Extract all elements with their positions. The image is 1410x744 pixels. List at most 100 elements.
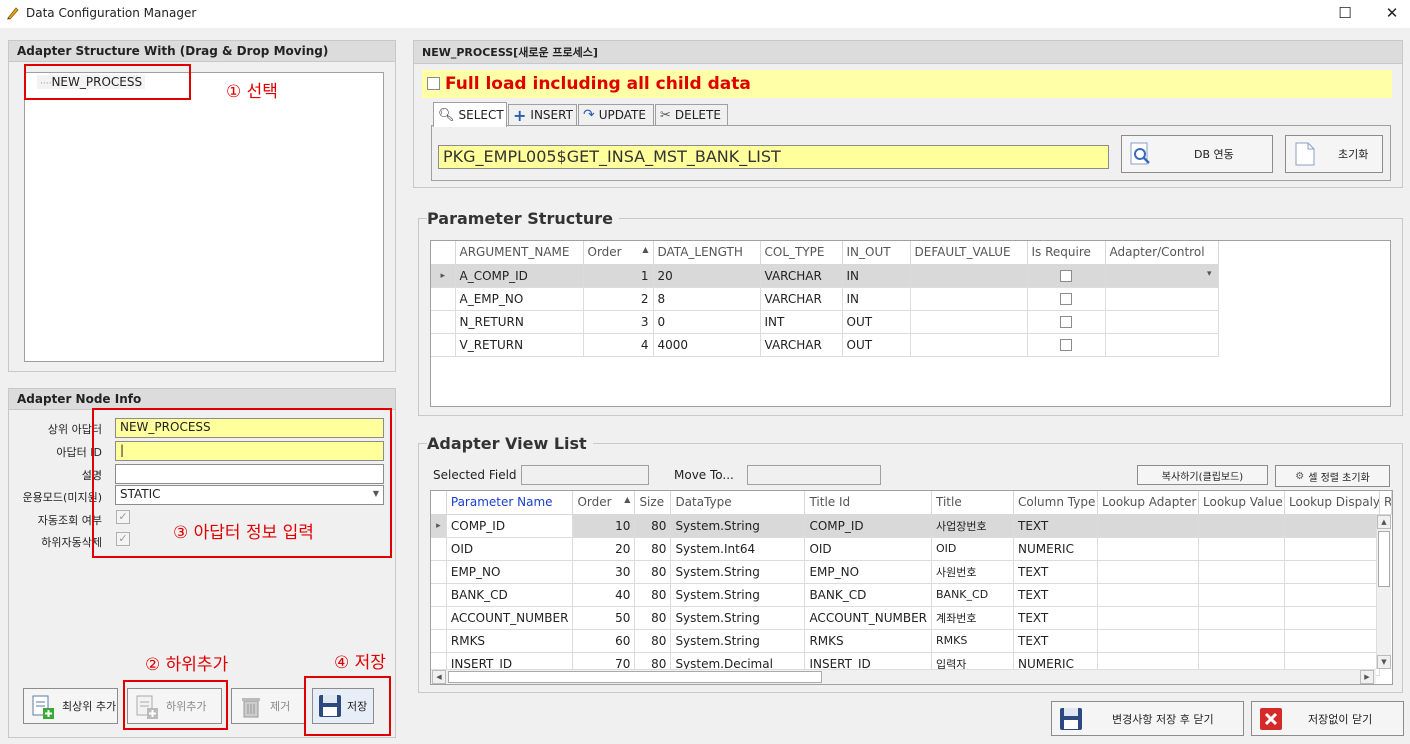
view-cell[interactable]: BANK_CD [446,583,574,607]
dropdown-arrow-icon[interactable]: ▾ [1207,269,1212,279]
view-cell[interactable]: 80 [634,537,672,561]
param-cell[interactable]: 4 [583,333,654,357]
view-cell[interactable]: 사업장번호 [931,514,1014,538]
view-row[interactable]: ▸ COMP_ID 10 80 System.String COMP_ID 사업장번호 TEX… [431,514,1392,538]
param-cell[interactable] [910,287,1028,311]
view-cell[interactable]: System.Int64 [670,537,806,561]
view-cell[interactable]: BANK_CD [931,583,1014,607]
param-cell[interactable]: ▾ [1105,264,1219,288]
param-cell[interactable]: IN [842,287,911,311]
view-cell[interactable]: OID [931,537,1014,561]
hscroll-thumb[interactable] [448,671,822,683]
param-cell[interactable] [910,310,1028,334]
view-cell[interactable] [1198,514,1285,538]
view-col-header[interactable]: DataType [670,491,806,515]
view-cell[interactable] [1284,583,1380,607]
view-cell[interactable] [1097,629,1199,653]
param-cell[interactable]: N_RETURN [455,310,584,334]
view-col-header[interactable]: Title [931,491,1014,515]
param-cell[interactable]: 20 [653,264,761,288]
param-cell[interactable]: VARCHAR [760,287,843,311]
view-cell[interactable]: 60 [572,629,636,653]
tab-select[interactable]: 🔍︎ SELECT [433,102,507,127]
view-col-header[interactable]: Title Id [804,491,932,515]
param-cell[interactable]: VARCHAR [760,264,843,288]
view-cell[interactable] [1097,514,1199,538]
view-cell[interactable] [1284,629,1380,653]
require-checkbox[interactable] [1060,293,1072,305]
view-cell[interactable] [1284,606,1380,630]
view-cell[interactable] [1198,629,1285,653]
require-checkbox[interactable] [1060,270,1072,282]
init-button[interactable]: 초기화 [1285,135,1383,173]
full-load-checkbox[interactable] [427,77,440,90]
view-cell[interactable]: OID [804,537,932,561]
vertical-scrollbar[interactable]: ▲ ▼ [1376,515,1391,669]
view-row[interactable]: RMKS 60 80 System.String RMKS RMKS TEXT [431,629,1392,653]
tab-delete[interactable]: ✂ DELETE [655,104,728,126]
param-cell[interactable] [1027,264,1106,288]
procedure-field[interactable]: PKG_EMPL005$GET_INSA_MST_BANK_LIST [438,145,1109,169]
param-col-header[interactable]: Adapter/Control [1105,241,1219,265]
param-col-header[interactable]: Is Require [1027,241,1106,265]
param-cell[interactable]: OUT [842,310,911,334]
view-cell[interactable]: 80 [634,606,672,630]
view-cell[interactable] [1198,583,1285,607]
remove-button[interactable]: 제거 [231,688,305,724]
view-cell[interactable]: COMP_ID [804,514,932,538]
param-cell[interactable]: A_EMP_NO [455,287,584,311]
view-row[interactable]: EMP_NO 30 80 System.String EMP_NO 사원번호 TEXT [431,560,1392,584]
structure-tree[interactable]: ····NEW_PROCESS [24,72,384,362]
view-cell[interactable]: 20 [572,537,636,561]
save-close-button[interactable]: 변경사항 저장 후 닫기 [1051,701,1244,736]
view-col-header[interactable]: Order ▲ [572,491,636,515]
maximize-button[interactable]: ☐ [1325,2,1365,24]
view-cell[interactable]: System.String [670,514,806,538]
view-cell[interactable]: 30 [572,560,636,584]
param-cell[interactable]: 2 [583,287,654,311]
close-window-button[interactable]: ✕ [1372,2,1410,24]
view-grid[interactable]: Parameter Name Order ▲ Size DataType Title I… [430,490,1393,685]
horizontal-scrollbar[interactable]: ◀ ▶ [431,669,1376,684]
require-checkbox[interactable] [1060,339,1072,351]
scroll-down-icon[interactable]: ▼ [1377,655,1391,669]
scroll-right-icon[interactable]: ▶ [1360,670,1374,684]
add-top-button[interactable]: 최상위 추가 [23,688,118,724]
view-col-header[interactable]: Lookup Adapter [1097,491,1199,515]
param-cell[interactable] [910,264,1028,288]
scroll-thumb[interactable] [1378,531,1390,587]
param-cell[interactable] [1105,333,1219,357]
view-col-header[interactable]: Lookup Dispaly [1284,491,1380,515]
param-col-header[interactable]: COL_TYPE [760,241,843,265]
view-col-header[interactable]: Column Type [1013,491,1098,515]
param-cell[interactable]: INT [760,310,843,334]
view-col-header[interactable]: Parameter Name [446,491,574,515]
view-cell[interactable]: RMKS [931,629,1014,653]
param-cell[interactable] [1105,310,1219,334]
view-col-header[interactable]: R [1379,491,1392,515]
param-cell[interactable] [910,333,1028,357]
view-cell[interactable]: TEXT [1013,606,1098,630]
param-row[interactable]: ▸ A_COMP_ID 1 20 VARCHAR IN ▾ [431,264,1219,288]
view-cell[interactable]: 80 [634,514,672,538]
view-cell[interactable]: COMP_ID [446,514,574,538]
view-cell[interactable]: 사원번호 [931,560,1014,584]
view-cell[interactable] [1284,514,1380,538]
param-cell[interactable]: IN [842,264,911,288]
view-cell[interactable] [1284,560,1380,584]
param-row[interactable]: A_EMP_NO 2 8 VARCHAR IN [431,287,1219,311]
view-cell[interactable]: NUMERIC [1013,537,1098,561]
param-cell[interactable]: A_COMP_ID [455,264,584,288]
view-cell[interactable]: TEXT [1013,514,1098,538]
view-cell[interactable]: System.String [670,606,806,630]
close-nosave-button[interactable]: 저장없이 닫기 [1251,701,1404,736]
view-cell[interactable] [1198,537,1285,561]
view-cell[interactable]: System.String [670,560,806,584]
param-col-header[interactable]: ARGUMENT_NAME [455,241,584,265]
selected-field-input[interactable] [521,465,649,485]
require-checkbox[interactable] [1060,316,1072,328]
view-cell[interactable]: System.String [670,583,806,607]
tab-update[interactable]: ↷ UPDATE [578,104,654,126]
view-col-header[interactable]: Size [634,491,672,515]
param-col-header[interactable]: Order ▲ [583,241,654,265]
